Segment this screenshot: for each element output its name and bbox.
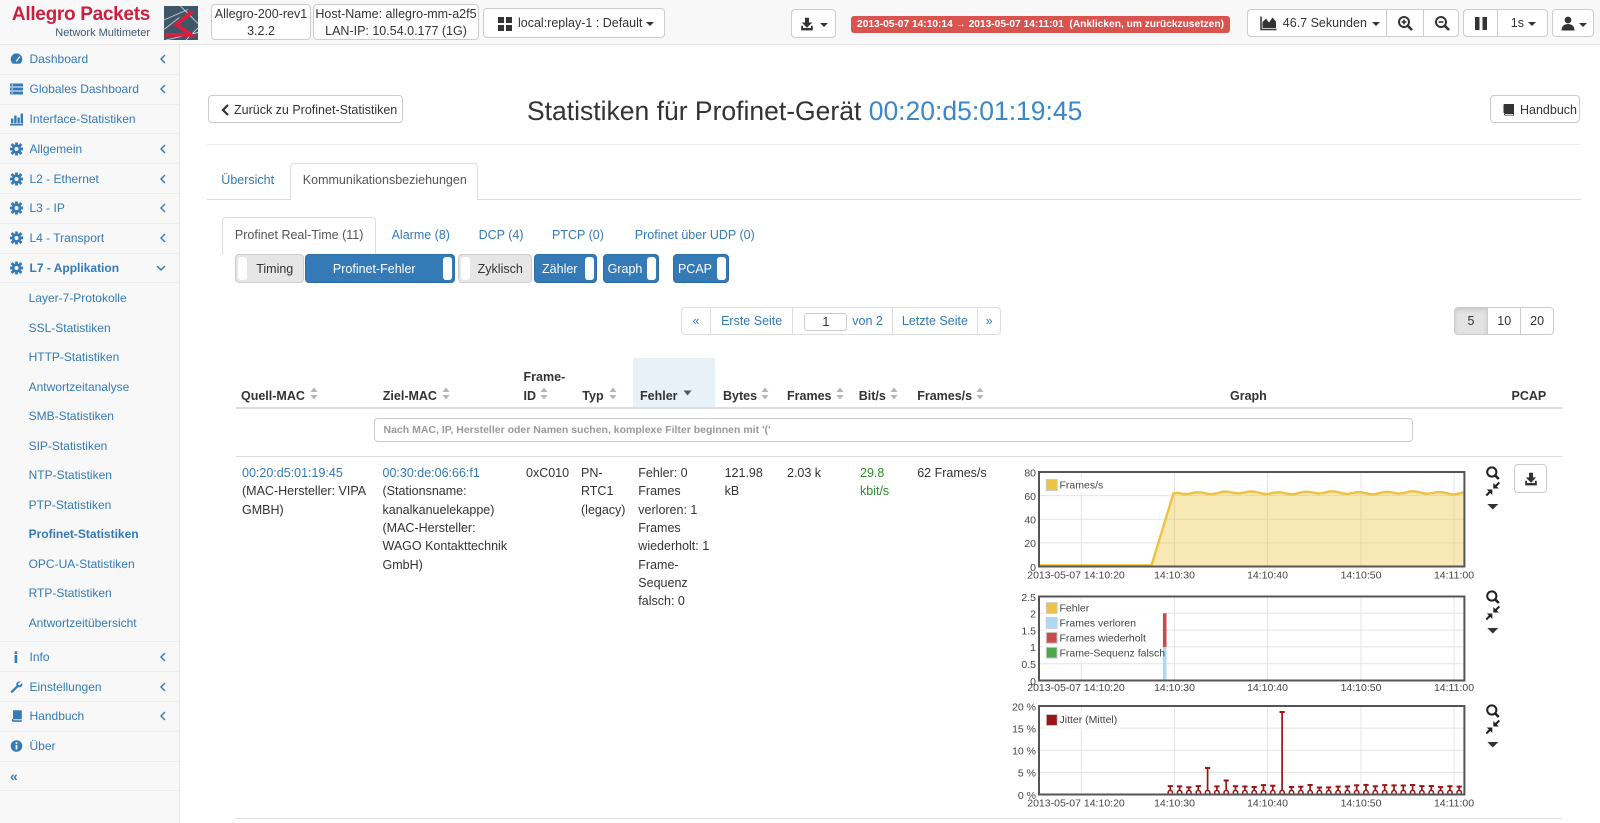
- svg-text:Jitter (Mittel): Jitter (Mittel): [1060, 714, 1118, 726]
- svg-text:20: 20: [1024, 538, 1036, 550]
- svg-text:2013-05-07 14:10:20: 2013-05-07 14:10:20: [1027, 798, 1125, 810]
- svg-text:14:11:00: 14:11:00: [1434, 798, 1474, 810]
- svg-text:40: 40: [1024, 515, 1036, 527]
- svg-text:Frame-Sequenz falsch: Frame-Sequenz falsch: [1060, 647, 1166, 659]
- svg-text:1.5: 1.5: [1021, 625, 1036, 637]
- svg-text:60: 60: [1024, 491, 1036, 503]
- svg-text:5 %: 5 %: [1018, 768, 1036, 780]
- svg-text:14:10:30: 14:10:30: [1154, 682, 1195, 694]
- svg-text:14:10:40: 14:10:40: [1247, 570, 1288, 582]
- svg-text:Frames verloren: Frames verloren: [1060, 618, 1137, 630]
- svg-text:14:10:50: 14:10:50: [1341, 798, 1382, 810]
- svg-text:Frames/s: Frames/s: [1060, 479, 1104, 491]
- svg-text:14:10:30: 14:10:30: [1154, 570, 1195, 582]
- svg-text:2: 2: [1030, 609, 1036, 621]
- svg-text:Frames wiederholt: Frames wiederholt: [1060, 632, 1146, 644]
- svg-text:2013-05-07 14:10:20: 2013-05-07 14:10:20: [1027, 570, 1125, 582]
- svg-text:2.5: 2.5: [1021, 592, 1036, 604]
- svg-text:14:10:40: 14:10:40: [1247, 682, 1288, 694]
- svg-text:0.5: 0.5: [1021, 659, 1036, 671]
- svg-text:Fehler: Fehler: [1060, 603, 1090, 615]
- svg-text:14:11:00: 14:11:00: [1434, 682, 1474, 694]
- svg-text:10 %: 10 %: [1012, 746, 1036, 758]
- svg-text:80: 80: [1024, 467, 1036, 479]
- svg-text:14:11:00: 14:11:00: [1434, 570, 1474, 582]
- svg-text:20 %: 20 %: [1012, 701, 1036, 713]
- svg-text:15 %: 15 %: [1012, 723, 1036, 735]
- svg-text:14:10:40: 14:10:40: [1247, 798, 1288, 810]
- svg-text:1: 1: [1030, 642, 1036, 654]
- svg-text:14:10:50: 14:10:50: [1341, 682, 1382, 694]
- svg-text:14:10:30: 14:10:30: [1154, 798, 1195, 810]
- svg-text:14:10:50: 14:10:50: [1341, 570, 1382, 582]
- svg-text:2013-05-07 14:10:20: 2013-05-07 14:10:20: [1027, 682, 1125, 694]
